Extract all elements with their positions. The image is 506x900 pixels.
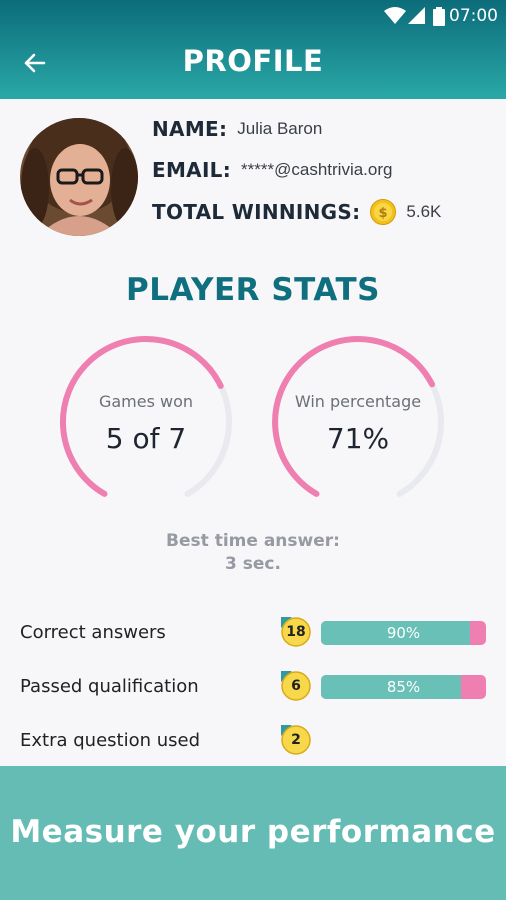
coin-icon: $ <box>370 199 397 225</box>
gauge-games-won: Games won 5 of 7 <box>56 332 236 502</box>
gauge-label: Win percentage <box>294 392 422 411</box>
profile-email: *****@cashtrivia.org <box>241 160 393 179</box>
profile-winnings-row: TOTAL WINNINGS: $ 5.6K <box>152 197 441 227</box>
progress-text: 85% <box>386 678 421 696</box>
gauge-progress-arc <box>60 336 224 497</box>
status-bar: 07:00 <box>0 0 506 32</box>
badge-count: 18 <box>286 624 306 640</box>
app-header: 07:00 PROFILE <box>0 0 506 99</box>
stat-label: Passed qualification <box>20 676 199 697</box>
stat-row-correct-answers: Correct answers 18 90% <box>0 614 506 654</box>
winnings-label: TOTAL WINNINGS: <box>152 200 361 224</box>
gauge-progress-arc <box>272 336 435 497</box>
count-badge: 2 <box>278 722 314 758</box>
status-time: 07:00 <box>449 6 498 26</box>
progress-bar: 85% <box>321 675 486 699</box>
profile-email-row: EMAIL: *****@cashtrivia.org <box>152 155 392 185</box>
stat-row-passed-qualification: Passed qualification 6 85% <box>0 668 506 708</box>
best-time: Best time answer: 3 sec. <box>0 530 506 576</box>
name-label: NAME: <box>152 117 228 141</box>
badge-count: 2 <box>291 732 301 748</box>
profile-name: Julia Baron <box>237 119 323 138</box>
promo-banner: Measure your performance <box>0 766 506 900</box>
email-label: EMAIL: <box>152 158 232 182</box>
signal-icon <box>408 7 426 30</box>
stat-label: Extra question used <box>20 730 201 751</box>
gauge-value: 5 of 7 <box>105 422 187 455</box>
progress-text: 90% <box>386 624 421 642</box>
profile-name-row: NAME: Julia Baron <box>152 114 322 144</box>
player-stats-title: PLAYER STATS <box>126 272 380 308</box>
gauge-label: Games won <box>98 392 194 411</box>
promo-text: Measure your performance <box>10 814 496 850</box>
gauge-value: 71% <box>326 422 390 455</box>
avatar <box>20 118 138 236</box>
count-badge: 18 <box>278 614 314 650</box>
best-time-label: Best time answer: <box>166 531 340 551</box>
stat-row-extra-question: Extra question used 2 <box>0 722 506 762</box>
page-title: PROFILE <box>182 44 324 78</box>
wifi-icon <box>384 7 406 30</box>
stat-label: Correct answers <box>20 622 166 643</box>
count-badge: 6 <box>278 668 314 704</box>
badge-count: 6 <box>291 678 301 694</box>
best-time-value: 3 sec. <box>225 554 281 574</box>
svg-text:$: $ <box>379 206 388 221</box>
progress-bar: 90% <box>321 621 486 645</box>
total-winnings: 5.6K <box>406 202 442 221</box>
battery-icon <box>433 7 445 31</box>
gauge-win-percentage: Win percentage 71% <box>268 332 448 502</box>
